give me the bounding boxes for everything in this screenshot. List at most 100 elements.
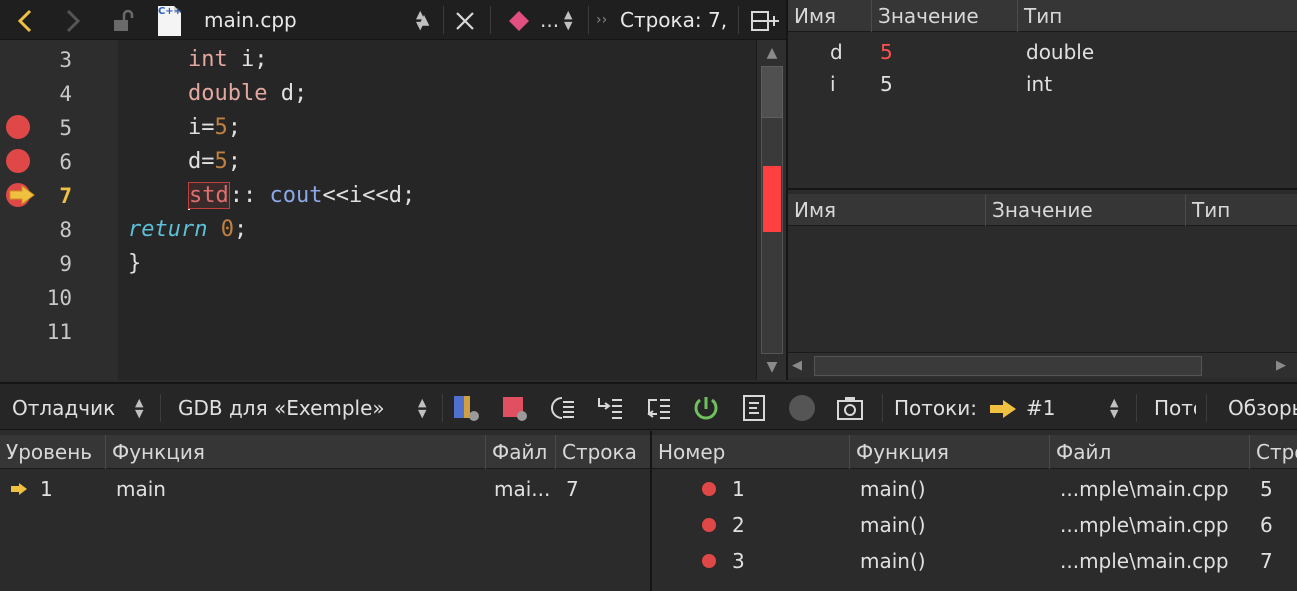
breakpoint-marker [763, 166, 781, 232]
code-keyword: int [188, 47, 228, 72]
snapshot-camera-icon[interactable] [836, 394, 864, 422]
chevron-left-icon[interactable] [8, 0, 42, 40]
editor-scrollbar[interactable]: ▲ ▼ [756, 40, 786, 380]
column-header-line[interactable]: Строка [1250, 435, 1297, 469]
step-into-icon[interactable] [596, 394, 624, 422]
local-type: double [1026, 40, 1095, 64]
column-header-value[interactable]: Значение [872, 0, 1018, 32]
line-number: 11 [46, 320, 72, 344]
local-name[interactable]: i [830, 68, 860, 100]
column-header-level[interactable]: Уровень [0, 435, 106, 469]
column-header-number[interactable]: Номер [652, 435, 850, 469]
code-text: <<i<<d; [322, 183, 416, 208]
local-value[interactable]: 5 [880, 36, 980, 68]
operate-by-instruction-icon[interactable] [740, 394, 768, 422]
breakpoint-file[interactable]: ...mple\main.cpp [1060, 509, 1250, 541]
code-text: ; [227, 115, 241, 140]
chevron-right-icon[interactable] [56, 0, 90, 40]
cursor-location[interactable]: Строка: 7, С [620, 0, 734, 40]
code-text: i= [188, 115, 215, 140]
tab-views[interactable]: Обзоры [1228, 384, 1297, 432]
breakpoint-function[interactable]: main() [860, 509, 1010, 541]
line-number: 5 [59, 116, 72, 140]
code-keyword: return [128, 217, 208, 242]
continue-debug-icon[interactable] [452, 394, 480, 422]
expressions-pane: Имя Значение Тип ◀ ▶ [786, 188, 1297, 380]
scroll-up-icon[interactable]: ▲ [761, 42, 783, 64]
combo-updown-icon[interactable]: ▲ ▼ [135, 397, 143, 419]
breakpoint-line[interactable]: 5 [1260, 473, 1296, 505]
toolbar-divider [160, 394, 161, 422]
current-thread-arrow-icon [990, 400, 1016, 418]
thread-combo[interactable]: #1 [1026, 384, 1086, 432]
debug-toolbar: Отладчик ▲ ▼ GDB для «Exemple» ▲ ▼ Потоки:… [0, 382, 1297, 430]
breakpoint-number[interactable]: 1 [732, 473, 772, 505]
combo-updown-icon[interactable]: ▲ ▼ [564, 9, 572, 31]
column-header-line[interactable]: Строка [556, 435, 650, 469]
scroll-right-icon[interactable]: ▶ [1276, 356, 1294, 376]
breakpoint-file[interactable]: ...mple\main.cpp [1060, 473, 1250, 505]
breakpoint-function[interactable]: main() [860, 545, 1010, 577]
scroll-down-icon[interactable]: ▼ [761, 356, 783, 378]
local-name[interactable]: d [830, 36, 860, 68]
stop-debug-icon[interactable] [500, 394, 528, 422]
column-header-file[interactable]: Файл [1050, 435, 1250, 469]
stack-file[interactable]: mai... [494, 473, 554, 505]
editor-gutter[interactable]: 3 4 5 6 7 8 9 10 11 [0, 40, 118, 380]
column-header-type[interactable]: Тип [1018, 0, 1297, 32]
breakpoint-line[interactable]: 6 [1260, 509, 1296, 541]
stack-line[interactable]: 7 [566, 473, 626, 505]
column-header-name[interactable]: Имя [788, 194, 986, 226]
locals-pane: Имя Значение Тип d 5 double i 5 int [786, 0, 1297, 188]
bookmark-icon[interactable] [504, 0, 534, 40]
editor-toolbar: C++ main.cpp ▲ ▲▼ ... ▲▼ ›› Строка: 7, С [0, 0, 786, 40]
stack-level[interactable]: 1 [40, 473, 90, 505]
stack-function[interactable]: main [116, 473, 316, 505]
breakpoint-icon[interactable] [702, 554, 716, 568]
close-icon[interactable] [450, 0, 480, 40]
column-header-function[interactable]: Функция [850, 435, 1050, 469]
breakpoint-icon[interactable] [702, 518, 716, 532]
scrollbar-thumb[interactable] [814, 356, 1202, 376]
combo-updown-icon[interactable]: ▲ ▼ [416, 9, 424, 31]
toolbar-divider [443, 6, 444, 34]
step-over-icon[interactable] [548, 394, 576, 422]
step-out-icon[interactable] [644, 394, 672, 422]
debug-engine-combo[interactable]: GDB для «Exemple» [178, 384, 408, 432]
breakpoint-number[interactable]: 2 [732, 509, 772, 541]
breakpoint-line[interactable]: 7 [1260, 545, 1296, 577]
breakpoint-icon[interactable] [702, 482, 716, 496]
file-name-combo[interactable]: main.cpp [204, 0, 404, 40]
debugger-combo[interactable]: Отладчик [12, 384, 132, 432]
code-line-3: int i; [188, 43, 268, 77]
line-number: 8 [59, 218, 72, 242]
combo-updown-icon[interactable]: ▲ ▼ [1110, 397, 1118, 419]
breakpoint-number[interactable]: 3 [732, 545, 772, 577]
restart-icon[interactable] [692, 394, 720, 422]
code-line-9: } [128, 247, 141, 281]
scroll-left-icon[interactable]: ◀ [792, 356, 810, 376]
split-add-icon[interactable] [748, 0, 782, 40]
double-chevron-icon[interactable]: ›› [596, 0, 616, 40]
local-value[interactable]: 5 [880, 68, 980, 100]
unlock-icon[interactable] [106, 0, 140, 40]
more-label[interactable]: ... [540, 0, 564, 40]
combo-updown-icon[interactable]: ▲ ▼ [418, 397, 426, 419]
code-editor[interactable]: int i; double d; i=5; d=5; std:: cout<<i… [118, 40, 756, 380]
column-header-file[interactable]: Файл [486, 435, 556, 469]
column-header-value[interactable]: Значение [986, 194, 1186, 226]
breakpoint-file[interactable]: ...mple\main.cpp [1060, 545, 1250, 577]
column-header-type[interactable]: Тип [1186, 194, 1297, 226]
line-number-current: 7 [59, 184, 72, 208]
breakpoint-function[interactable]: main() [860, 473, 1010, 505]
expressions-hscrollbar[interactable]: ◀ ▶ [788, 352, 1297, 378]
toolbar-divider [442, 394, 443, 422]
column-header-name[interactable]: Имя [788, 0, 872, 32]
scrollbar-thumb[interactable] [761, 66, 783, 118]
toolbar-divider [1206, 394, 1207, 422]
column-header-function[interactable]: Функция [106, 435, 486, 469]
tab-threads[interactable]: Пото [1154, 384, 1196, 432]
code-line-4: double d; [188, 77, 307, 111]
record-icon[interactable] [788, 394, 816, 422]
